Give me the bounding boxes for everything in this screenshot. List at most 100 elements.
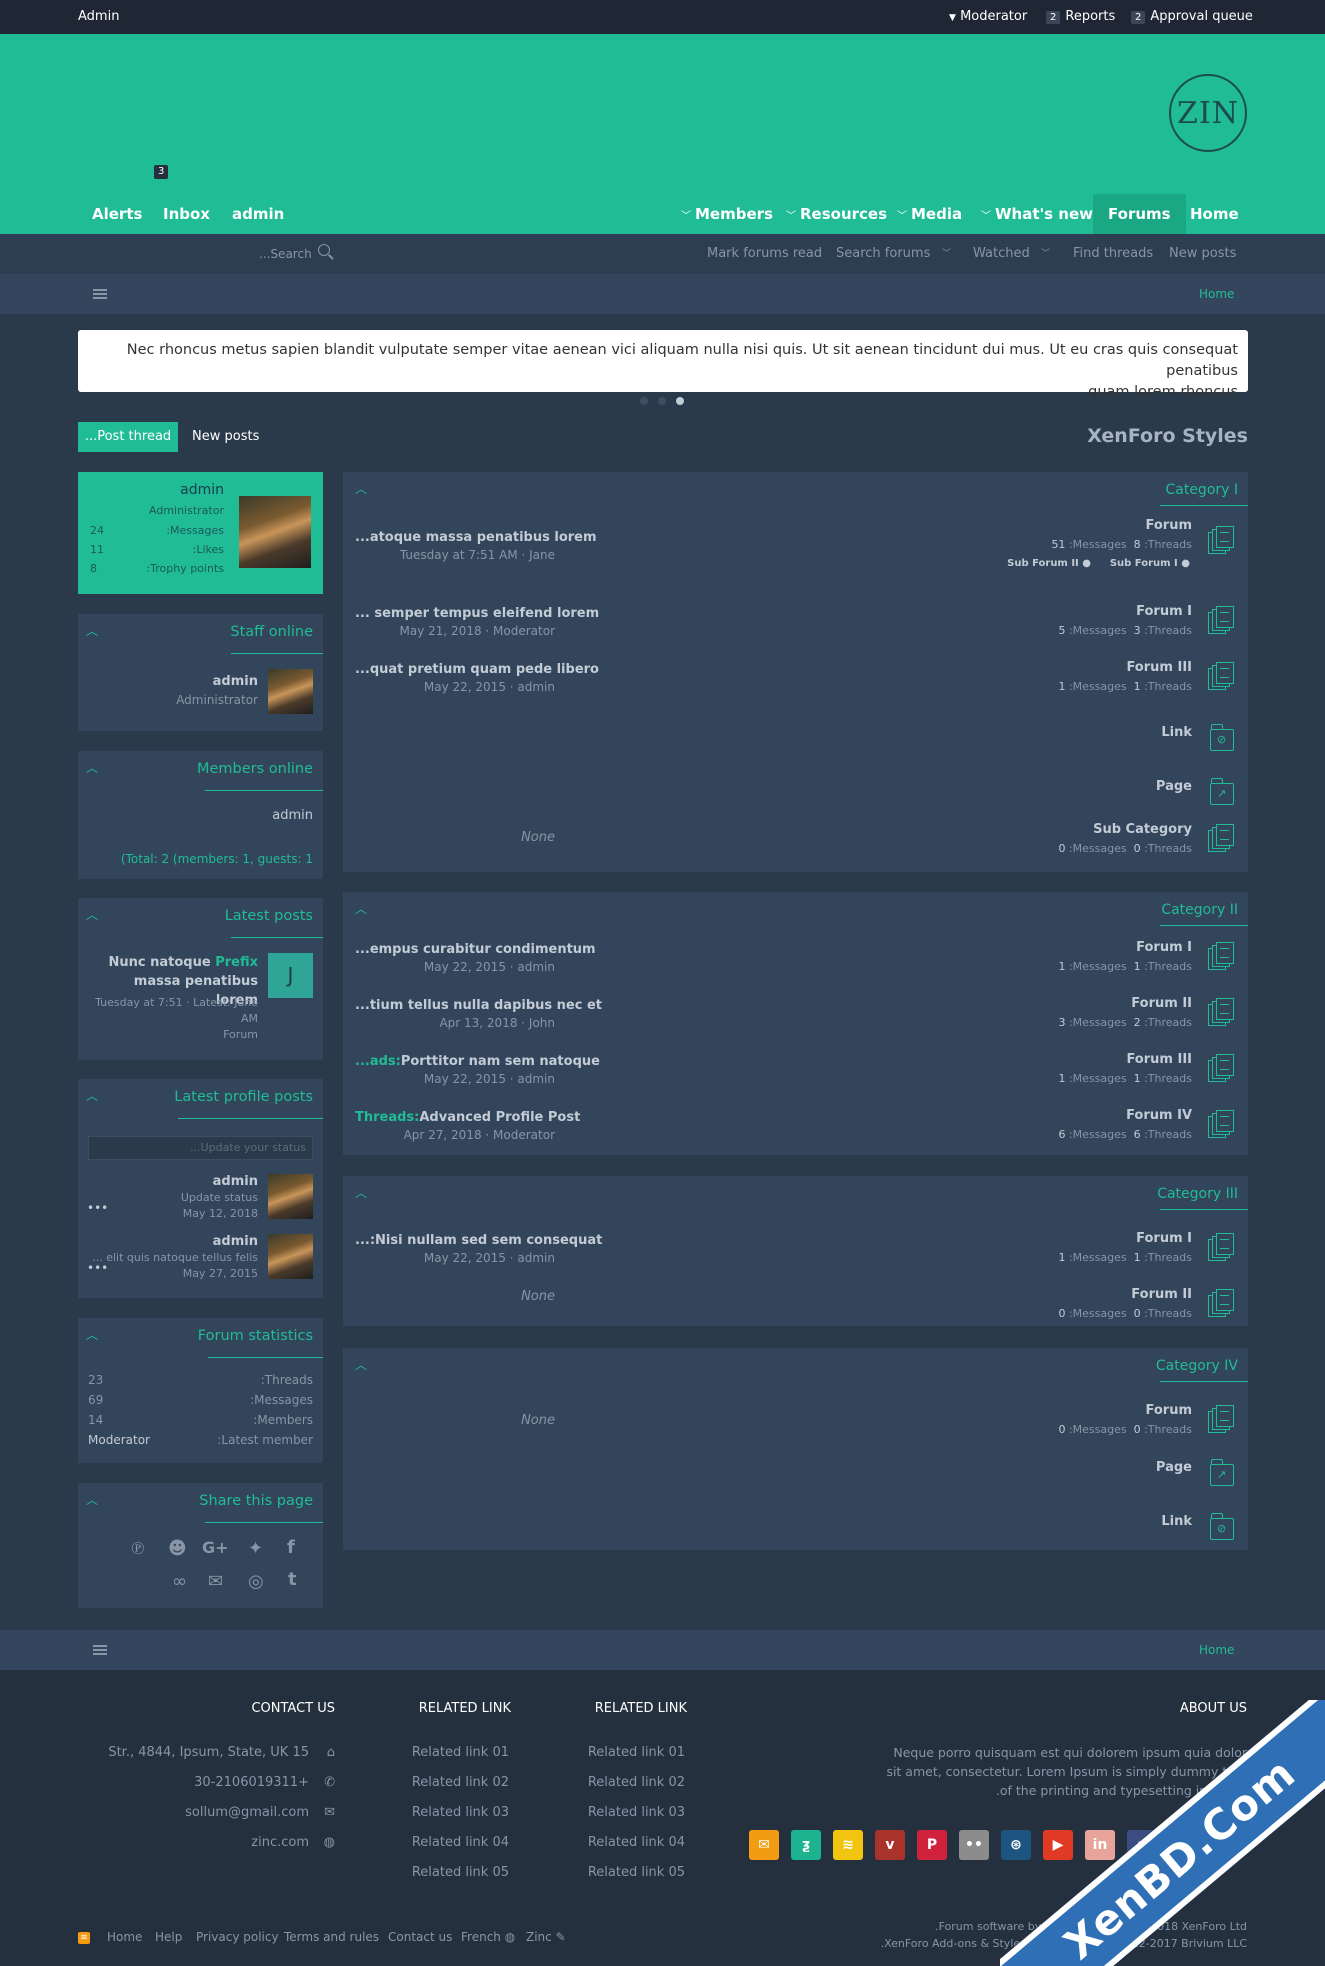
approval-queue-link[interactable]: 2 Approval queue	[1131, 9, 1253, 24]
watched[interactable]: Watched	[973, 246, 1030, 261]
pinterest-icon[interactable]: ℗	[131, 1538, 145, 1559]
forum-title[interactable]: Forum III	[1126, 660, 1192, 675]
last-post-title[interactable]: ... semper tempus eleifend lorem	[355, 606, 599, 621]
footer-link-contact[interactable]: Contact us	[388, 1930, 452, 1944]
link-forum-title[interactable]: Link	[1161, 1514, 1192, 1529]
last-post-title[interactable]: ...empus curabitur condimentum	[355, 942, 596, 957]
menu-icon[interactable]	[93, 1645, 107, 1655]
related-link[interactable]: Related link 05	[412, 1865, 509, 1880]
google-plus-social-icon[interactable]: g	[1127, 1830, 1157, 1860]
breadcrumb-home[interactable]: Home	[1199, 1643, 1234, 1657]
related-link[interactable]: Related link 04	[588, 1835, 685, 1850]
youtube-icon[interactable]: ▶	[1043, 1830, 1073, 1860]
footer-link-privacy[interactable]: Privacy policy	[196, 1930, 279, 1944]
online-member[interactable]: admin	[272, 808, 313, 823]
reports-link[interactable]: 2 Reports	[1046, 9, 1115, 24]
link-icon[interactable]: ∞	[172, 1571, 187, 1592]
deviantart-icon[interactable]: ƺ	[791, 1830, 821, 1860]
vimeo-icon[interactable]: v	[875, 1830, 905, 1860]
sub-forum-link[interactable]: Sub Forum I ●	[1110, 558, 1190, 569]
admin-link[interactable]: Admin	[78, 9, 119, 24]
new-posts-link[interactable]: New posts	[1169, 246, 1236, 261]
collapse-icon[interactable]: ︿	[86, 759, 98, 776]
last-post-title[interactable]: ...quat pretium quam pede libero	[355, 662, 599, 677]
footer-link-terms[interactable]: Terms and rules	[284, 1930, 379, 1944]
moderator-menu[interactable]: ▼ Moderator	[949, 9, 1027, 24]
twitter-social-icon[interactable]: t	[1169, 1830, 1199, 1860]
email-social-icon[interactable]: ✉	[749, 1830, 779, 1860]
rss-icon[interactable]: ≋	[78, 1932, 90, 1944]
contact-email[interactable]: sollum@gmail.com	[185, 1805, 309, 1820]
forum-title[interactable]: Forum I	[1136, 940, 1192, 955]
collapse-icon[interactable]: ︿	[86, 1087, 98, 1104]
forum-title[interactable]: Forum III	[1126, 1052, 1192, 1067]
category-title[interactable]: Category I	[1165, 482, 1238, 498]
email-icon[interactable]: ✉	[208, 1571, 223, 1592]
latest-member[interactable]: Moderator	[88, 1433, 150, 1447]
category-title[interactable]: Category IV	[1156, 1358, 1238, 1374]
profile-name[interactable]: admin	[180, 482, 224, 498]
rss-icon[interactable]: ≋	[833, 1830, 863, 1860]
last-post-title[interactable]: ...:Nisi nullam sed sem consequat	[355, 1233, 602, 1248]
category-title[interactable]: Category III	[1157, 1186, 1238, 1202]
chevron-down-icon[interactable]: ﹀	[1041, 246, 1050, 259]
new-posts-button[interactable]: New posts	[192, 429, 259, 444]
collapse-icon[interactable]: ︿	[355, 1356, 367, 1373]
breadcrumb-home[interactable]: Home	[1199, 287, 1234, 301]
avatar[interactable]	[268, 1174, 313, 1219]
avatar[interactable]	[239, 496, 311, 568]
facebook-icon[interactable]: f	[287, 1537, 295, 1558]
collapse-icon[interactable]: ︿	[355, 900, 367, 917]
last-post-title[interactable]: ...ads:Porttitor nam sem natoque	[355, 1054, 600, 1069]
forum-title[interactable]: Forum	[1146, 518, 1193, 533]
related-link[interactable]: Related link 03	[588, 1805, 685, 1820]
related-link[interactable]: Related link 01	[412, 1745, 509, 1760]
collapse-icon[interactable]: ︿	[86, 1491, 98, 1508]
profile-post-author[interactable]: admin	[213, 1234, 258, 1249]
style-chooser[interactable]: Zinc ✎	[526, 1930, 566, 1944]
category-title[interactable]: Category II	[1161, 902, 1238, 918]
collapse-icon[interactable]: ︿	[355, 480, 367, 497]
mark-forums-read[interactable]: Mark forums read	[707, 246, 822, 261]
forum-title[interactable]: Forum IV	[1126, 1108, 1192, 1123]
last-post-title[interactable]: ...atoque massa penatibus lorem	[355, 530, 597, 545]
sub-forum-link[interactable]: Sub Forum II ●	[1007, 558, 1091, 569]
related-link[interactable]: Related link 05	[588, 1865, 685, 1880]
last-post-title[interactable]: Threads:Advanced Profile Post	[355, 1110, 580, 1125]
link-forum-title[interactable]: Link	[1161, 725, 1192, 740]
find-threads[interactable]: Find threads	[1073, 246, 1153, 261]
last-post-title[interactable]: ...tium tellus nulla dapibus nec et	[355, 998, 602, 1013]
nav-alerts[interactable]: Alerts	[92, 194, 142, 234]
page-forum-title[interactable]: Page	[1156, 1460, 1192, 1475]
nav-inbox[interactable]: Inbox	[163, 194, 210, 234]
language-chooser[interactable]: French ◍	[461, 1930, 515, 1944]
more-icon[interactable]: •••	[87, 1261, 108, 1275]
post-thread-button[interactable]: ...Post thread	[78, 422, 178, 452]
whatsapp-icon[interactable]: ◎	[248, 1571, 264, 1592]
chevron-down-icon[interactable]: ﹀	[942, 246, 951, 259]
pinterest-icon[interactable]: P	[917, 1830, 947, 1860]
twitter-icon[interactable]: ✦	[248, 1538, 263, 1559]
nav-account[interactable]: admin	[232, 194, 284, 234]
nav-whats-new[interactable]: ﹀ What's new	[981, 194, 1093, 234]
page-forum-title[interactable]: Page	[1156, 779, 1192, 794]
post-forum[interactable]: Forum	[88, 1027, 258, 1043]
nav-forums[interactable]: Forums	[1093, 194, 1186, 234]
forum-title[interactable]: Forum I	[1136, 1231, 1192, 1246]
related-link[interactable]: Related link 04	[412, 1835, 509, 1850]
dribbble-icon[interactable]: ⊛	[1001, 1830, 1031, 1860]
nav-resources[interactable]: ﹀ Resources	[786, 194, 887, 234]
reddit-icon[interactable]: ☻	[168, 1538, 187, 1559]
nav-media[interactable]: ﹀ Media	[897, 194, 962, 234]
collapse-icon[interactable]: ︿	[86, 622, 98, 639]
footer-link-help[interactable]: Help	[155, 1930, 182, 1944]
slider-dot-active[interactable]	[676, 397, 684, 405]
menu-icon[interactable]	[93, 289, 107, 299]
status-input[interactable]: ...Update your status	[88, 1136, 313, 1160]
forum-title[interactable]: Forum I	[1136, 604, 1192, 619]
more-icon[interactable]: •••	[87, 1201, 108, 1215]
related-link[interactable]: Related link 02	[412, 1775, 509, 1790]
collapse-icon[interactable]: ︿	[86, 906, 98, 923]
avatar[interactable]	[268, 1234, 313, 1279]
facebook-social-icon[interactable]: f	[1211, 1830, 1241, 1860]
